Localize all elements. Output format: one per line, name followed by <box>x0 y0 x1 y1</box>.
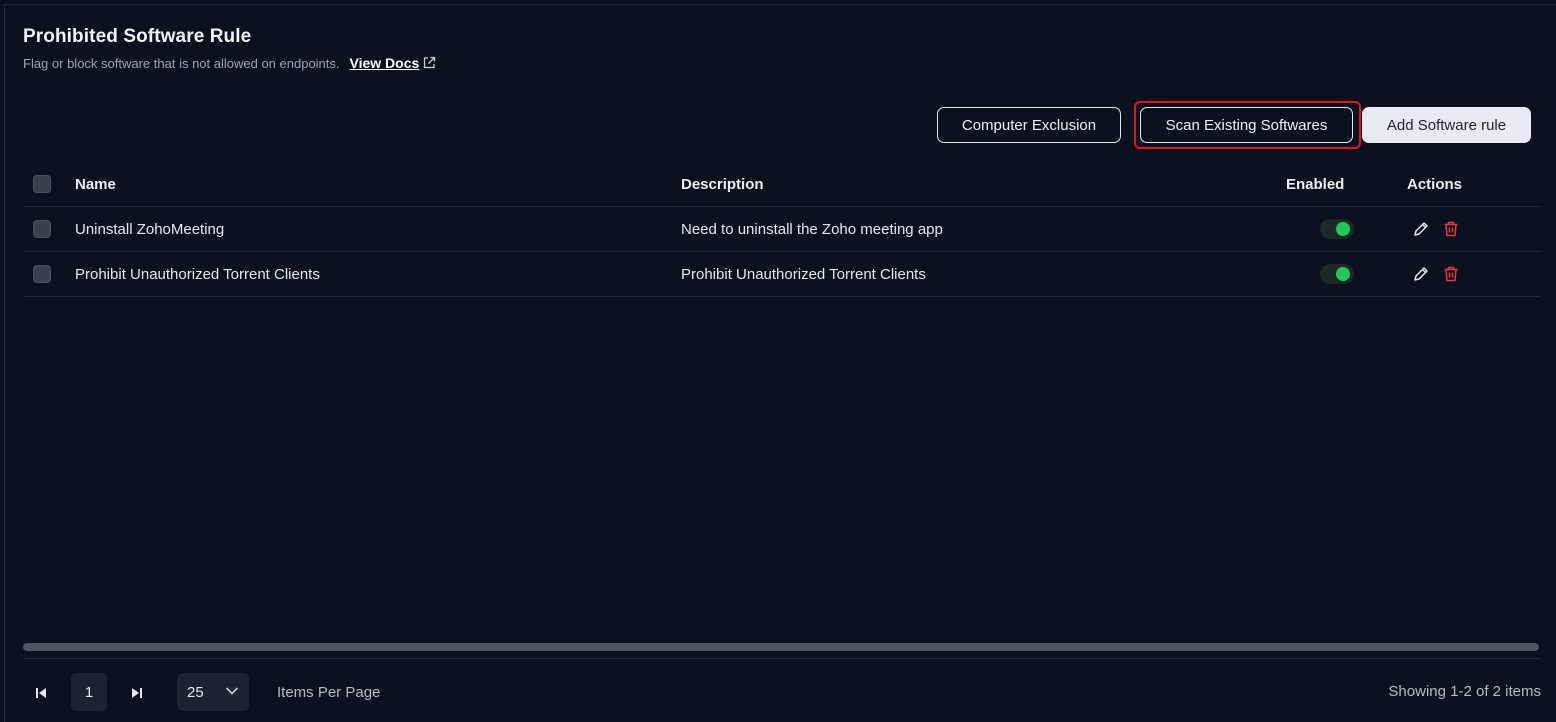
scan-existing-softwares-button[interactable]: Scan Existing Softwares <box>1140 107 1353 143</box>
items-per-page-value: 25 <box>187 683 204 701</box>
chevron-down-icon <box>225 687 239 695</box>
page-subtitle: Flag or block software that is not allow… <box>23 55 436 71</box>
column-header-actions: Actions <box>1407 175 1463 193</box>
horizontal-scrollbar[interactable] <box>23 643 1539 651</box>
computer-exclusion-button[interactable]: Computer Exclusion <box>937 107 1121 143</box>
select-all-checkbox[interactable] <box>33 175 51 193</box>
rule-description: Need to uninstall the Zoho meeting app <box>681 220 943 238</box>
column-header-enabled: Enabled <box>1286 175 1345 193</box>
first-page-icon[interactable] <box>35 686 47 704</box>
table-row: Uninstall ZohoMeeting Need to uninstall … <box>23 207 1541 252</box>
last-page-icon[interactable] <box>131 686 143 704</box>
view-docs-link[interactable]: View Docs <box>350 55 437 71</box>
delete-icon[interactable] <box>1442 220 1460 238</box>
edit-icon[interactable] <box>1412 265 1430 283</box>
enabled-toggle[interactable] <box>1320 219 1354 239</box>
scrollbar-thumb[interactable] <box>23 643 1539 651</box>
page-number-button[interactable]: 1 <box>71 673 107 711</box>
showing-count: Showing 1-2 of 2 items <box>1388 683 1541 700</box>
items-per-page-select[interactable]: 25 <box>177 673 249 711</box>
footer-divider <box>23 658 1541 659</box>
row-checkbox[interactable] <box>33 220 51 238</box>
table-header-row: Name Description Enabled Actions <box>23 162 1541 207</box>
toggle-knob <box>1336 222 1350 236</box>
enabled-toggle[interactable] <box>1320 264 1354 284</box>
add-software-rule-button[interactable]: Add Software rule <box>1362 107 1531 143</box>
rule-name: Uninstall ZohoMeeting <box>75 220 225 238</box>
subtitle-text: Flag or block software that is not allow… <box>23 55 340 71</box>
view-docs-label: View Docs <box>349 55 420 71</box>
delete-icon[interactable] <box>1442 265 1460 283</box>
external-link-icon <box>424 56 436 69</box>
rule-description: Prohibit Unauthorized Torrent Clients <box>681 265 926 283</box>
table-row: Prohibit Unauthorized Torrent Clients Pr… <box>23 252 1541 297</box>
column-header-name: Name <box>75 175 116 193</box>
toggle-knob <box>1336 267 1350 281</box>
column-header-description: Description <box>681 175 764 193</box>
rules-table: Name Description Enabled Actions Uninsta… <box>23 162 1541 297</box>
edit-icon[interactable] <box>1412 220 1430 238</box>
row-checkbox[interactable] <box>33 265 51 283</box>
items-per-page-label: Items Per Page <box>277 684 381 701</box>
page-title: Prohibited Software Rule <box>23 26 252 47</box>
rule-name: Prohibit Unauthorized Torrent Clients <box>75 265 320 283</box>
